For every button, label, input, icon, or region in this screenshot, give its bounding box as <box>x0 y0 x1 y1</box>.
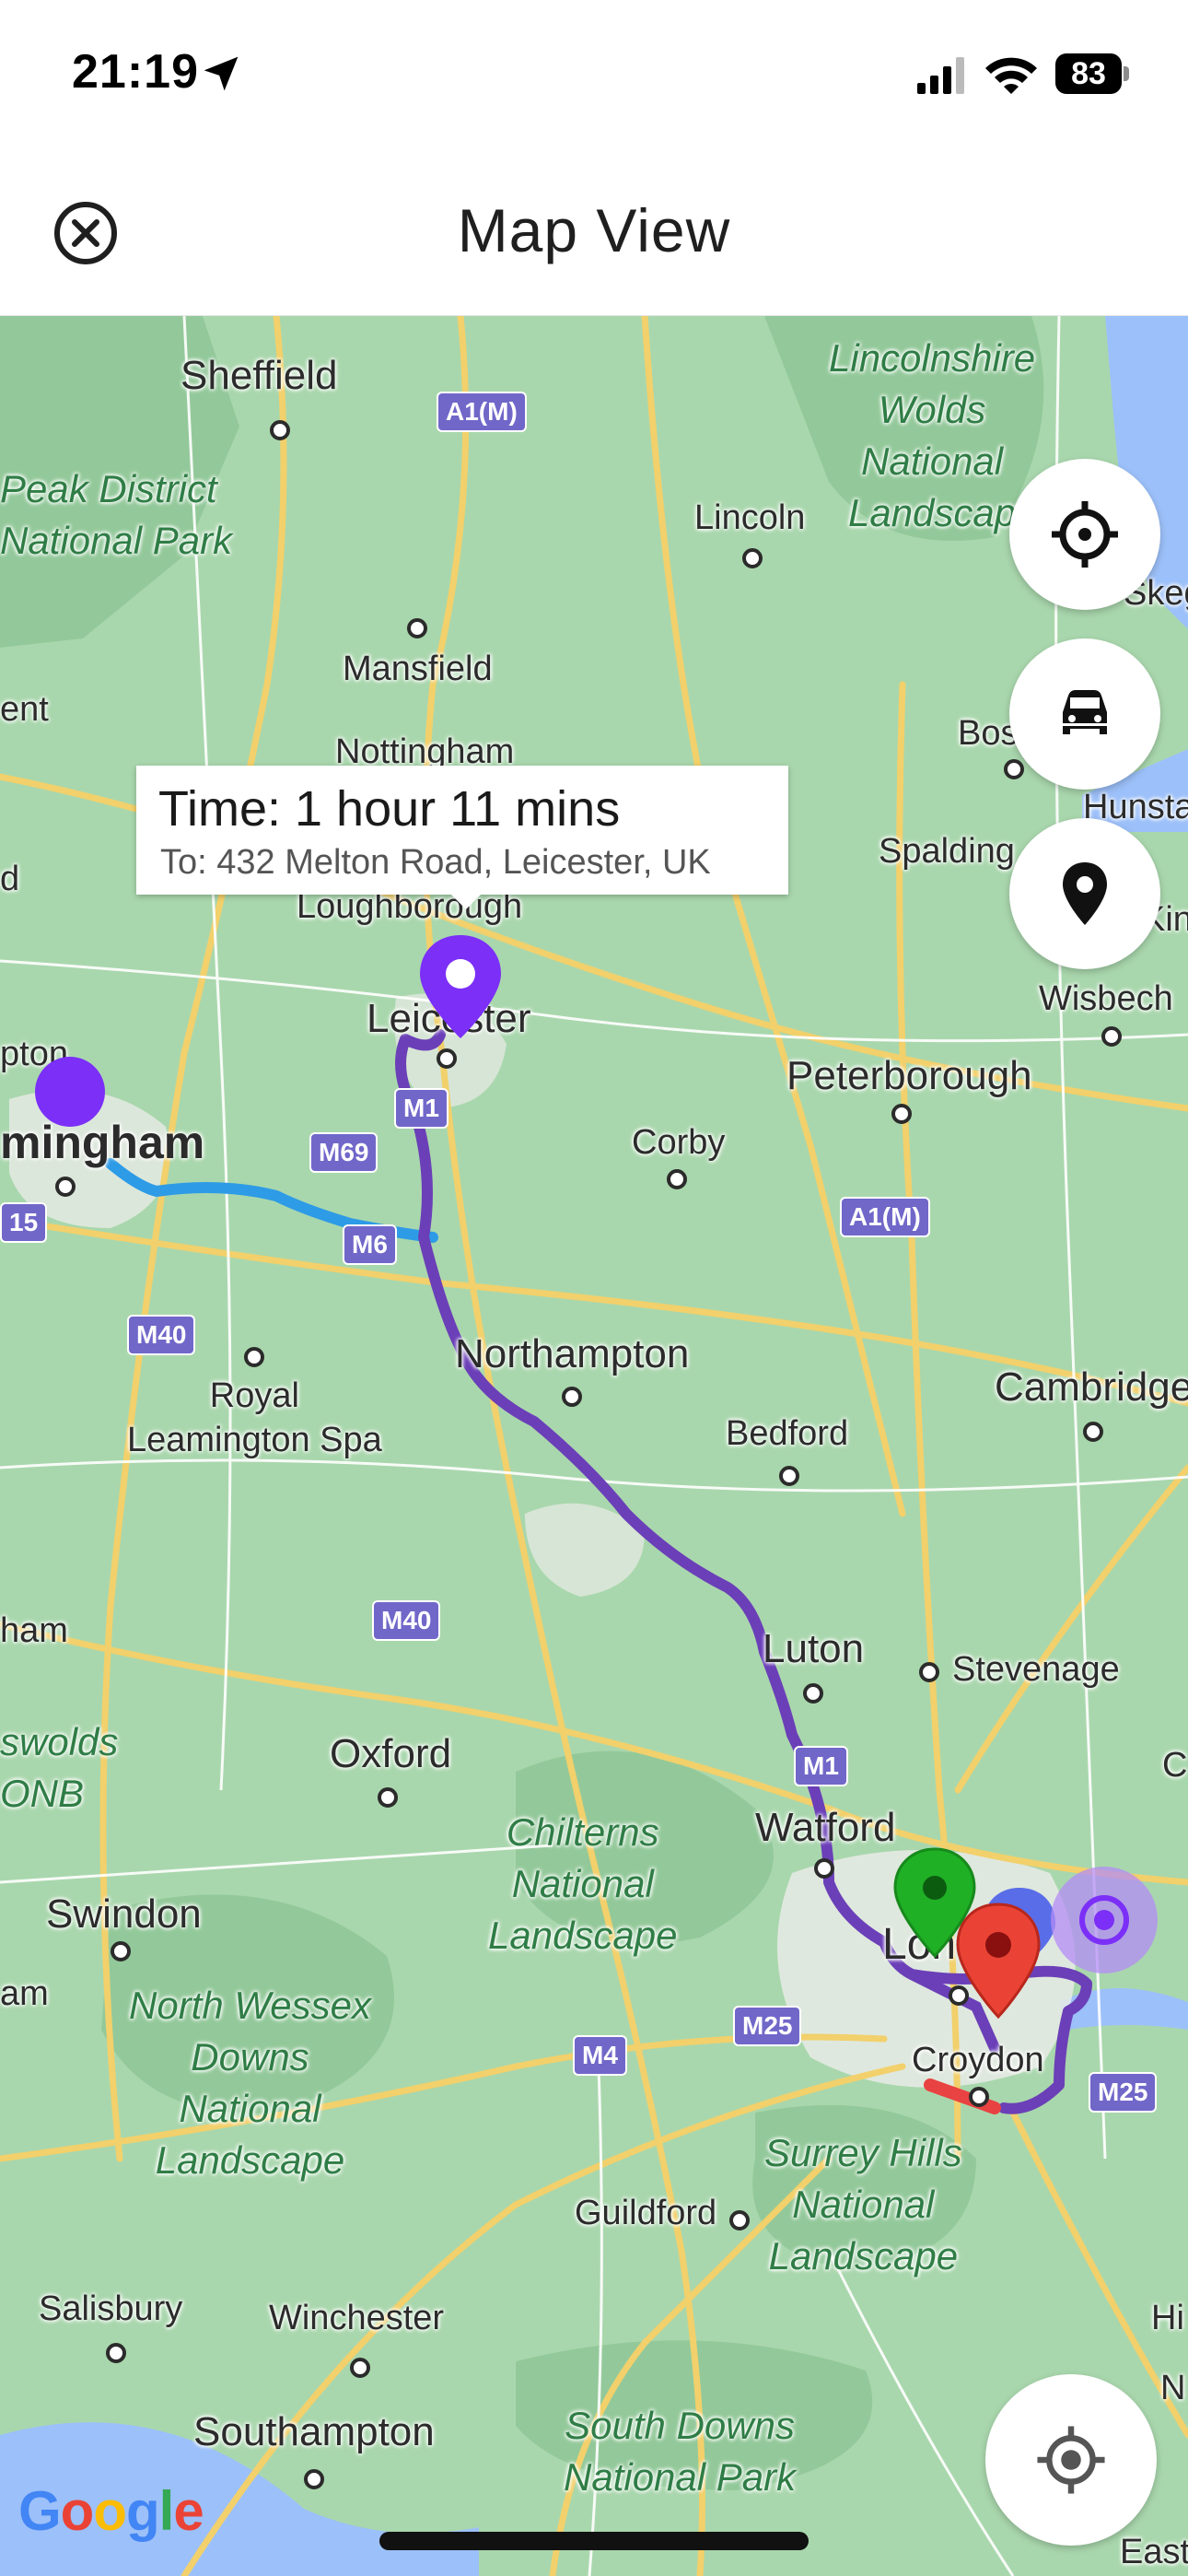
my-location-button[interactable] <box>1009 459 1160 610</box>
header: Map View <box>0 157 1188 316</box>
map-label-chilterns: Chilterns National Landscape <box>488 1810 678 1957</box>
map-label-corby: Corby <box>632 1123 726 1162</box>
map-label-salisbury: Salisbury <box>39 2289 183 2328</box>
map-label-guildford: Guildford <box>575 2194 717 2232</box>
map-view[interactable]: Sheffield Peak District National Park Li… <box>0 316 1188 2576</box>
map-label-cotswolds: swolds ONB <box>0 1720 119 1815</box>
road-shield: A1(M) <box>437 392 527 432</box>
road-shield: M25 <box>1089 2072 1158 2113</box>
map-label-peterborough: Peterborough <box>786 1053 1032 1098</box>
road-shield: M40 <box>127 1315 196 1355</box>
map-label-south-downs: South Downs National Park <box>564 2404 797 2499</box>
city-dot <box>1083 1422 1103 1442</box>
origin-marker[interactable] <box>31 1053 109 1130</box>
map-label-d: d <box>0 860 20 898</box>
city-dot <box>407 618 427 638</box>
route-info-window[interactable]: Time: 1 hour 11 mins To: 432 Melton Road… <box>136 766 788 909</box>
map-label-mansfield: Mansfield <box>343 650 493 688</box>
wifi-icon <box>985 57 1037 94</box>
map-label-spalding: Spalding <box>879 832 1015 871</box>
city-dot <box>304 2469 324 2489</box>
location-arrow-icon <box>204 56 239 91</box>
crosshair-icon <box>1052 501 1118 568</box>
status-time: 21:19 <box>72 45 199 99</box>
city-dot <box>814 1858 834 1879</box>
city-dot <box>378 1787 398 1808</box>
city-dot <box>1004 759 1024 779</box>
city-dot <box>350 2358 370 2378</box>
city-dot <box>111 1941 131 1961</box>
city-dot <box>919 1662 939 1682</box>
city-dot <box>969 2087 989 2107</box>
recenter-icon <box>1037 2426 1105 2494</box>
city-dot <box>270 420 290 440</box>
map-label-north-wessex: North Wessex Downs National Landscape <box>129 1984 371 2182</box>
road-shield: M69 <box>309 1132 379 1173</box>
road-shield: M1 <box>394 1088 448 1129</box>
map-label-cambridge: Cambridge <box>995 1364 1188 1410</box>
pin-icon <box>1063 862 1107 925</box>
map-label-ham: ham <box>0 1611 68 1650</box>
map-label-am: am <box>0 1974 49 2013</box>
google-logo: Google <box>18 2480 204 2542</box>
road-shield: M25 <box>733 2006 802 2046</box>
city-dot <box>729 2210 750 2231</box>
map-label-watford: Watford <box>755 1805 896 1850</box>
map-label-stevenage: Stevenage <box>952 1650 1120 1689</box>
map-label-lincoln: Lincoln <box>694 498 806 537</box>
map-label-surrey: Surrey Hills National Landscape <box>764 2131 962 2277</box>
road-shield: 15 <box>0 1202 48 1243</box>
current-location-marker[interactable] <box>1048 1864 1160 1976</box>
city-dot <box>562 1387 582 1407</box>
map-label-ent: ent <box>0 690 49 729</box>
city-dot <box>55 1177 76 1197</box>
city-dot <box>779 1466 799 1486</box>
travel-time: Time: 1 hour 11 mins <box>158 781 621 837</box>
status-bar: 21:19 83 <box>0 0 1188 157</box>
battery-level: 83 <box>1071 56 1106 91</box>
city-dot <box>437 1048 457 1069</box>
map-label-wisbech: Wisbech <box>1039 979 1173 1018</box>
map-label-croydon: Croydon <box>912 2041 1044 2079</box>
map-label-eastbo: Eastbo <box>1120 2533 1188 2571</box>
recenter-button[interactable] <box>985 2374 1157 2546</box>
map-label-peak: Peak District National Park <box>0 467 233 562</box>
page-title: Map View <box>457 196 731 264</box>
map-label-n: N <box>1160 2369 1186 2407</box>
map-label-swindon: Swindon <box>46 1891 202 1937</box>
city-dot <box>742 548 763 568</box>
red-pin[interactable] <box>954 1901 1042 2020</box>
road-shield: M40 <box>372 1600 441 1641</box>
driving-mode-button[interactable] <box>1009 638 1160 790</box>
city-dot <box>803 1683 823 1704</box>
city-dot <box>244 1347 264 1367</box>
road-shield: M6 <box>343 1224 397 1265</box>
city-dot <box>106 2343 126 2363</box>
map-label-royal: Royal Leamington Spa <box>127 1376 382 1459</box>
city-dot <box>1101 1026 1122 1047</box>
place-marker-button[interactable] <box>1009 818 1160 969</box>
map-label-c: C <box>1162 1746 1188 1785</box>
road-shield: A1(M) <box>840 1197 930 1237</box>
city-dot <box>891 1104 912 1124</box>
signal-icon <box>917 57 964 94</box>
map-label-sheffield: Sheffield <box>181 353 338 398</box>
map-label-winchester: Winchester <box>269 2299 445 2337</box>
map-label-hi: Hi <box>1151 2299 1184 2337</box>
map-label-southampton: Southampton <box>193 2409 435 2454</box>
battery-icon: 83 <box>1055 53 1133 96</box>
road-shield: M4 <box>573 2035 627 2076</box>
map-label-northampton: Northampton <box>455 1331 690 1376</box>
destination-address: To: 432 Melton Road, Leicester, UK <box>160 843 711 882</box>
car-icon <box>1063 690 1107 734</box>
map-label-luton: Luton <box>763 1626 865 1671</box>
city-dot <box>667 1169 687 1189</box>
map-label-oxford: Oxford <box>330 1731 452 1776</box>
home-indicator[interactable] <box>379 2532 809 2550</box>
road-shield: M1 <box>794 1746 848 1786</box>
map-label-bedford: Bedford <box>726 1414 849 1453</box>
map-label-lincolnshire: Lincolnshire Wolds National Landscap <box>829 336 1036 534</box>
destination-pin[interactable] <box>416 931 505 1042</box>
